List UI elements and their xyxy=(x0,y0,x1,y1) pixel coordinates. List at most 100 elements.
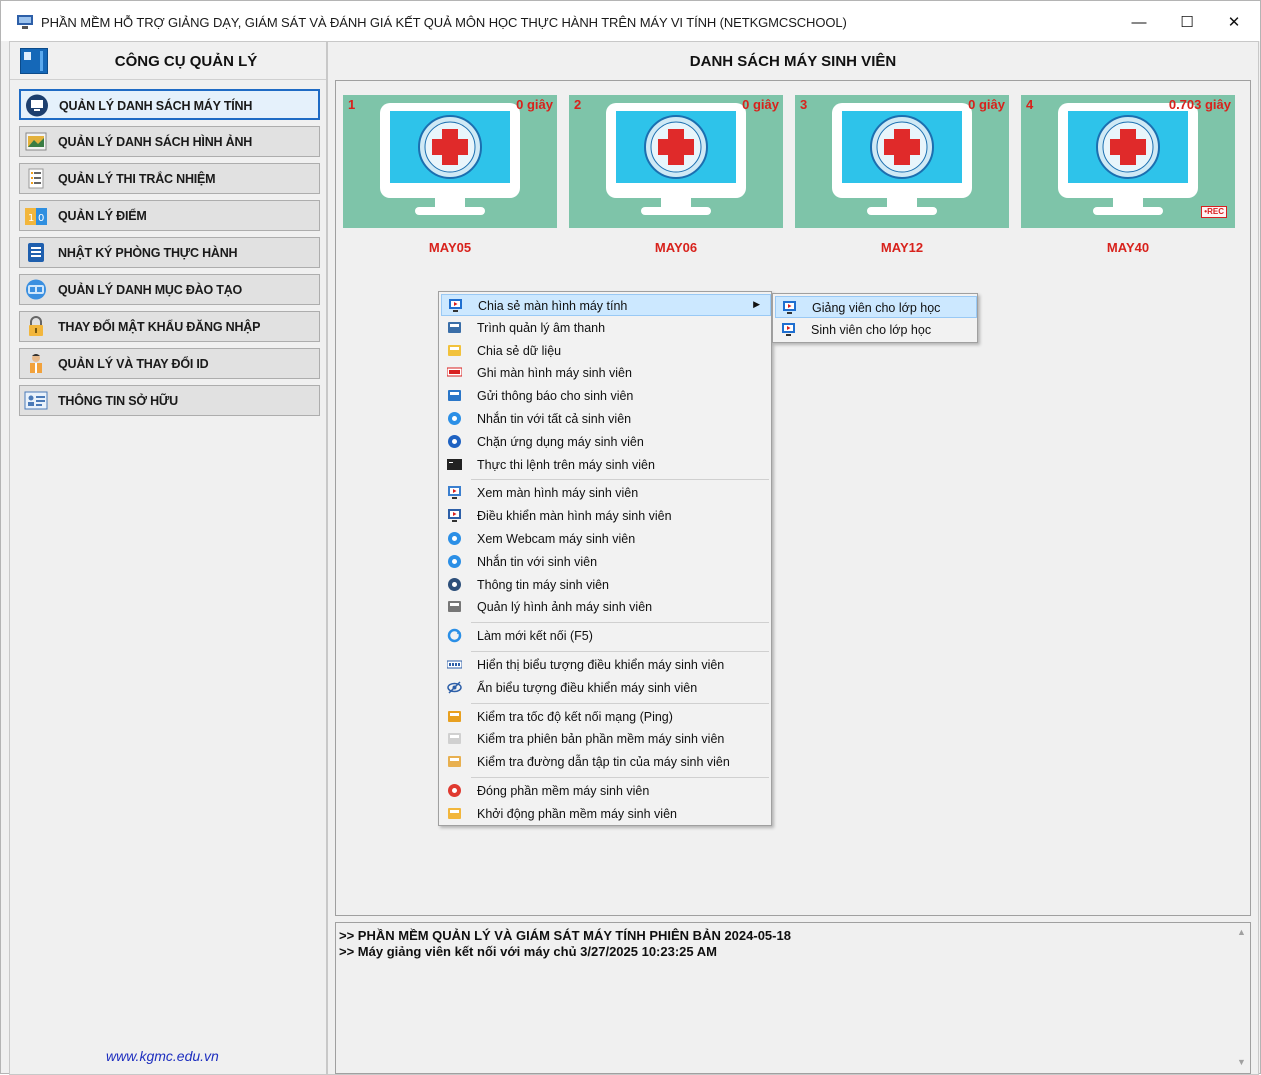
response-time: 0 giây xyxy=(742,97,779,112)
audio-manager-icon xyxy=(447,320,462,335)
menu-button-8[interactable]: QUẢN LÝ VÀ THAY ĐỔI ID xyxy=(19,348,320,379)
context-menu-item[interactable]: Chia sẻ màn hình máy tính ▶ xyxy=(441,294,771,316)
menu-button-7[interactable]: THAY ĐỔI MẬT KHẨU ĐĂNG NHẬP xyxy=(19,311,320,342)
context-menu-label: Trình quản lý âm thanh xyxy=(477,320,606,335)
menu-button-1[interactable]: QUẢN LÝ DANH SÁCH MÁY TÍNH xyxy=(19,89,320,120)
response-time: 0 giây xyxy=(968,97,1005,112)
monitor-icon xyxy=(343,95,557,233)
log-panel: >> PHẦN MỀM QUẢN LÝ VÀ GIÁM SÁT MÁY TÍNH… xyxy=(335,922,1251,1074)
minimize-button[interactable]: — xyxy=(1124,9,1154,35)
menu-button-label: QUẢN LÝ THI TRẮC NHIỆM xyxy=(58,172,216,186)
menu-button-label: NHẬT KÝ PHÒNG THỰC HÀNH xyxy=(58,246,238,260)
refresh-icon xyxy=(447,628,462,643)
broadcast-icon xyxy=(447,388,462,403)
rec-badge: •REC xyxy=(1201,206,1227,218)
user-id-icon xyxy=(24,352,48,375)
path-icon xyxy=(447,754,462,769)
context-menu-item[interactable]: Nhắn tin với sinh viên xyxy=(441,551,771,573)
menu-button-3[interactable]: QUẢN LÝ THI TRẮC NHIỆM xyxy=(19,163,320,194)
log-scrollbar[interactable]: ▲ ▼ xyxy=(1233,923,1250,1073)
context-menu-label: Kiểm tra tốc độ kết nối mạng (Ping) xyxy=(477,709,673,724)
computer-number: 4 xyxy=(1026,97,1034,112)
menu-button-label: THÔNG TIN SỞ HỮU xyxy=(58,394,178,408)
monitor-icon xyxy=(569,95,783,233)
menu-separator xyxy=(471,622,769,624)
lock-icon xyxy=(24,315,48,338)
menu-button-5[interactable]: NHẬT KÝ PHÒNG THỰC HÀNH xyxy=(19,237,320,268)
app-window: PHẦN MỀM HỖ TRỢ GIẢNG DẠY, GIÁM SÁT VÀ Đ… xyxy=(0,0,1261,1075)
context-menu-label: Thực thi lệnh trên máy sinh viên xyxy=(477,457,655,472)
context-menu-item[interactable]: Điều khiển màn hình máy sinh viên xyxy=(441,505,771,527)
computer-number: 1 xyxy=(348,97,356,112)
menu-button-4[interactable]: 1 0 QUẢN LÝ ĐIỂM xyxy=(19,200,320,231)
context-menu-item[interactable]: Ghi màn hình máy sinh viên xyxy=(441,362,771,384)
ping-icon xyxy=(447,709,462,724)
context-menu-label: Xem màn hình máy sinh viên xyxy=(477,486,639,501)
context-menu-label: Quản lý hình ảnh máy sinh viên xyxy=(477,600,653,615)
context-menu-label: Khởi động phần mềm máy sinh viên xyxy=(477,806,677,821)
remote-control-icon xyxy=(447,508,462,523)
left-panel-title: CÔNG CỤ QUẢN LÝ xyxy=(114,53,258,70)
website-link[interactable]: www.kgmc.edu.vn xyxy=(106,1048,219,1064)
context-menu-item[interactable]: Khởi động phần mềm máy sinh viên xyxy=(441,803,771,825)
context-menu-item[interactable]: Thực thi lệnh trên máy sinh viên xyxy=(441,454,771,476)
context-menu-label: Nhắn tin với sinh viên xyxy=(477,554,598,569)
context-menu-item[interactable]: Đóng phần mềm máy sinh viên xyxy=(441,780,771,802)
context-menu-item[interactable]: Hiển thị biểu tượng điều khiển máy sinh … xyxy=(441,654,771,676)
menu-button-6[interactable]: QUẢN LÝ DANH MỤC ĐÀO TẠO xyxy=(19,274,320,305)
menu-button-label: THAY ĐỔI MẬT KHẨU ĐĂNG NHẬP xyxy=(58,320,261,334)
share-screen-submenu: Giảng viên cho lớp học Sinh viên cho lớp … xyxy=(772,293,978,343)
menu-button-label: QUẢN LÝ VÀ THAY ĐỔI ID xyxy=(58,357,209,371)
image-manager-icon xyxy=(447,599,462,614)
computer-card[interactable]: 1 0 giây xyxy=(343,95,557,228)
teacher-screen-icon xyxy=(782,300,797,315)
student-screen-icon xyxy=(781,322,796,337)
context-menu-item[interactable]: Ẩn biểu tượng điều khiển máy sinh viên xyxy=(441,677,771,699)
score-icon: 10 xyxy=(24,204,48,227)
computer-card[interactable]: 2 0 giây xyxy=(569,95,783,228)
log-icon xyxy=(24,241,48,264)
submenu-label: Sinh viên cho lớp học xyxy=(811,323,932,337)
submenu-item[interactable]: Giảng viên cho lớp học xyxy=(775,296,977,318)
response-time: 0.703 giây xyxy=(1168,97,1231,112)
maximize-button[interactable]: ☐ xyxy=(1172,9,1202,35)
share-screen-icon xyxy=(448,298,463,313)
context-menu-item[interactable]: Kiểm tra đường dẫn tập tin của máy sinh … xyxy=(441,751,771,773)
submenu-item[interactable]: Sinh viên cho lớp học xyxy=(775,319,977,341)
context-menu-item[interactable]: Gửi thông báo cho sinh viên xyxy=(441,385,771,407)
context-menu-item[interactable]: Kiểm tra phiên bản phần mềm máy sinh viê… xyxy=(441,728,771,750)
menu-separator xyxy=(471,479,769,481)
computer-card[interactable]: 4 0.703 giây •REC xyxy=(1021,95,1235,228)
context-menu-item[interactable]: Trình quản lý âm thanh xyxy=(441,317,771,339)
context-menu-item[interactable]: Kiểm tra tốc độ kết nối mạng (Ping) xyxy=(441,706,771,728)
version-icon xyxy=(447,731,462,746)
menu-button-2[interactable]: QUẢN LÝ DANH SÁCH HÌNH ẢNH xyxy=(19,126,320,157)
context-menu-item[interactable]: Xem màn hình máy sinh viên xyxy=(441,482,771,504)
context-menu-item[interactable]: Quản lý hình ảnh máy sinh viên xyxy=(441,596,771,618)
menu-button-9[interactable]: THÔNG TIN SỞ HỮU xyxy=(19,385,320,416)
scroll-up-icon[interactable]: ▲ xyxy=(1237,927,1246,937)
computer-card[interactable]: 3 0 giây xyxy=(795,95,1009,228)
context-menu-item[interactable]: Nhắn tin với tất cả sinh viên xyxy=(441,408,771,430)
context-menu-label: Điều khiển màn hình máy sinh viên xyxy=(477,509,672,524)
context-menu-label: Xem Webcam máy sinh viên xyxy=(477,532,636,546)
context-menu-item[interactable]: Làm mới kết nối (F5) xyxy=(441,625,771,647)
scroll-down-icon[interactable]: ▼ xyxy=(1237,1057,1246,1067)
monitor-icon xyxy=(795,95,1009,233)
context-menu-label: Kiểm tra đường dẫn tập tin của máy sinh … xyxy=(477,755,730,770)
context-menu-item[interactable]: Chặn ứng dụng máy sinh viên xyxy=(441,431,771,453)
log-line: >> Máy giảng viên kết nối với máy chủ 3/… xyxy=(339,944,717,959)
show-icon xyxy=(446,657,463,672)
context-menu-item[interactable]: Chia sẻ dữ liệu xyxy=(441,340,771,362)
context-menu-item[interactable]: Thông tin máy sinh viên xyxy=(441,574,771,596)
close-button[interactable]: ✕ xyxy=(1219,9,1249,35)
context-menu-label: Thông tin máy sinh viên xyxy=(477,577,610,592)
chat-all-icon xyxy=(447,411,462,426)
menu-button-label: QUẢN LÝ ĐIỂM xyxy=(58,209,147,223)
context-menu-item[interactable]: Xem Webcam máy sinh viên xyxy=(441,528,771,550)
block-app-icon xyxy=(447,434,462,449)
hide-icon xyxy=(447,680,462,695)
computer-name: MAY40 xyxy=(1106,240,1150,255)
monitor-icon xyxy=(25,94,49,117)
menu-button-label: QUẢN LÝ DANH SÁCH MÁY TÍNH xyxy=(59,99,253,113)
